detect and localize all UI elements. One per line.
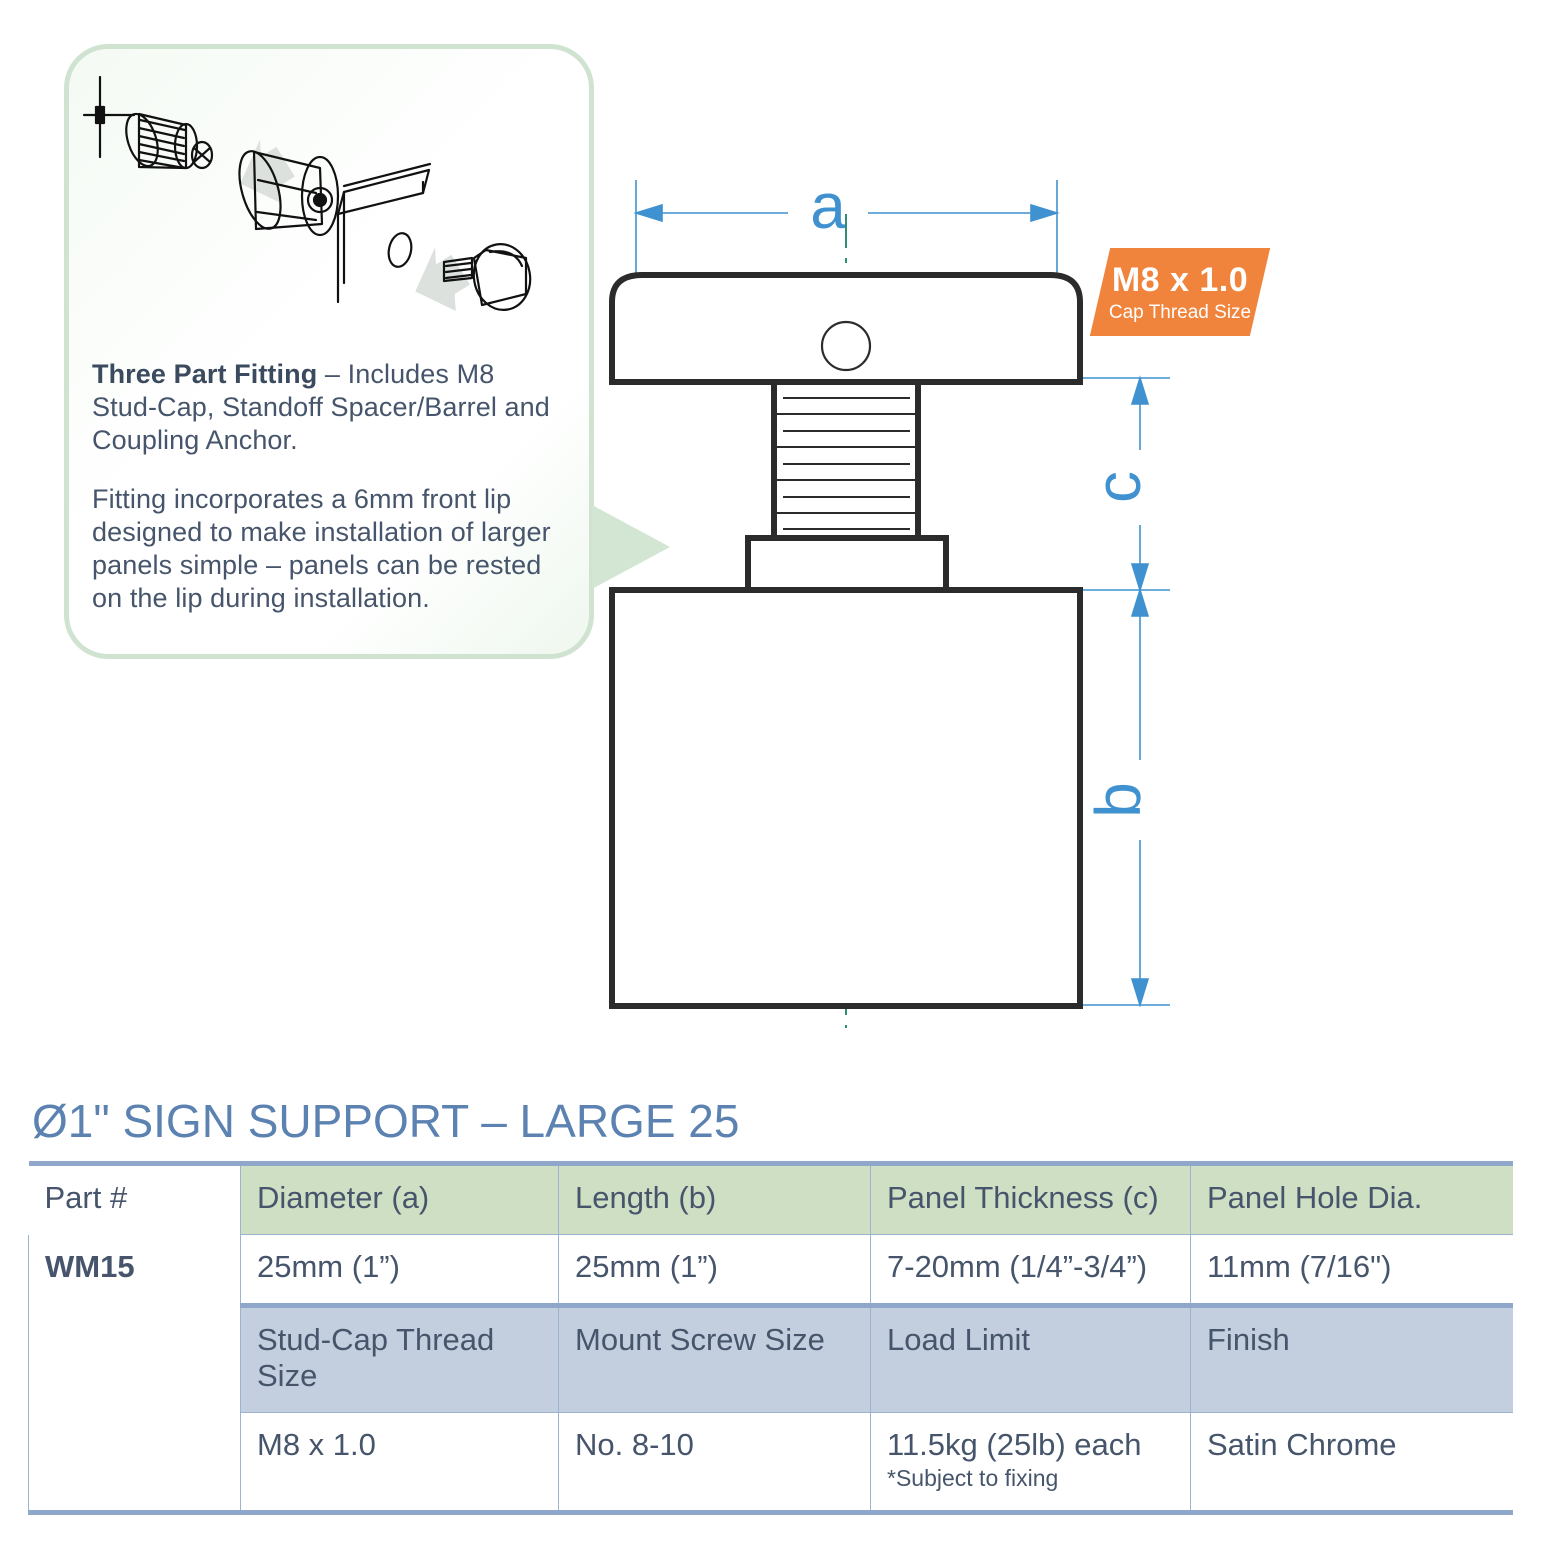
cell-load-limit: 11.5kg (25lb) each *Subject to fixing xyxy=(870,1412,1191,1513)
thread-size-badge: M8 x 1.0 Cap Thread Size xyxy=(1089,248,1271,336)
header-load-limit: Load Limit xyxy=(870,1305,1191,1413)
cell-panel-hole-dia: 11mm (7/16") xyxy=(1190,1234,1513,1306)
shoulder-collar xyxy=(745,535,949,595)
threaded-stud xyxy=(771,379,921,541)
stud-cap-part xyxy=(442,243,532,311)
cell-finish: Satin Chrome xyxy=(1190,1412,1513,1513)
header-stud-cap-thread: Stud-Cap Thread Size xyxy=(240,1305,559,1413)
badge-thread-value: M8 x 1.0 xyxy=(1111,260,1249,299)
table-row-values-green: WM15 25mm (1”) 25mm (1”) 7-20mm (1/4”-3/… xyxy=(28,1234,1513,1513)
page-title: Ø1" SIGN SUPPORT – LARGE 25 xyxy=(32,1095,740,1147)
center-mark-icon xyxy=(82,75,136,159)
load-limit-value: 11.5kg (25lb) each xyxy=(887,1427,1142,1462)
cell-stud-cap-thread: M8 x 1.0 xyxy=(240,1412,559,1513)
callout-paragraph-2: Fitting incorporates a 6mm front lip des… xyxy=(92,483,551,613)
cell-length: 25mm (1”) xyxy=(558,1234,871,1306)
header-panel-hole-dia: Panel Hole Dia. xyxy=(1190,1163,1513,1235)
cell-panel-thickness: 7-20mm (1/4”-3/4”) xyxy=(870,1234,1191,1306)
stud-cap-outline xyxy=(609,272,1083,385)
header-finish: Finish xyxy=(1190,1305,1513,1413)
spec-sheet-page: Three Part Fitting – Includes M8 Stud-Ca… xyxy=(0,0,1542,1543)
header-mount-screw: Mount Screw Size xyxy=(558,1305,871,1413)
coupling-anchor-part xyxy=(125,112,199,170)
table-header-row-green: Part # Diameter (a) Length (b) Panel Thi… xyxy=(28,1163,1513,1235)
badge-caption: Cap Thread Size xyxy=(1108,301,1252,323)
header-part-number: Part # xyxy=(44,1180,128,1215)
exploded-assembly-illustration xyxy=(82,75,532,312)
spec-table-wrapper: Part # Diameter (a) Length (b) Panel Thi… xyxy=(28,1161,1513,1515)
callout-paragraph-1: Three Part Fitting – Includes M8 Stud-Ca… xyxy=(92,358,562,457)
header-length: Length (b) xyxy=(558,1163,871,1235)
standoff-barrel-part xyxy=(238,150,340,237)
header-diameter: Diameter (a) xyxy=(240,1163,559,1235)
panel-edge-illustration xyxy=(336,162,432,304)
load-limit-note: *Subject to fixing xyxy=(887,1465,1059,1491)
washer-part xyxy=(387,232,413,268)
cell-part-number: WM15 xyxy=(28,1234,241,1513)
dimension-b-label: b xyxy=(1082,782,1154,818)
assembly-arrow-icon-2 xyxy=(415,247,470,312)
table-header-row-blue: Stud-Cap Thread Size Mount Screw Size Lo… xyxy=(28,1305,1513,1413)
spec-table: Part # Diameter (a) Length (b) Panel Thi… xyxy=(28,1161,1513,1515)
header-panel-thickness: Panel Thickness (c) xyxy=(870,1163,1191,1235)
standoff-barrel-outline xyxy=(609,587,1083,1009)
dimension-a-label: a xyxy=(810,170,846,242)
dimension-c-label: c xyxy=(1082,471,1154,503)
cell-mount-screw: No. 8-10 xyxy=(558,1412,871,1513)
assembly-arrow-icon-1 xyxy=(240,139,295,204)
callout-text-block: Three Part Fitting – Includes M8 Stud-Ca… xyxy=(92,358,562,615)
cell-diameter: 25mm (1”) xyxy=(240,1234,559,1306)
callout-lead-label: Three Part Fitting xyxy=(92,359,318,389)
table-row-values-blue: M8 x 1.0 No. 8-10 11.5kg (25lb) each *Su… xyxy=(28,1412,1513,1513)
